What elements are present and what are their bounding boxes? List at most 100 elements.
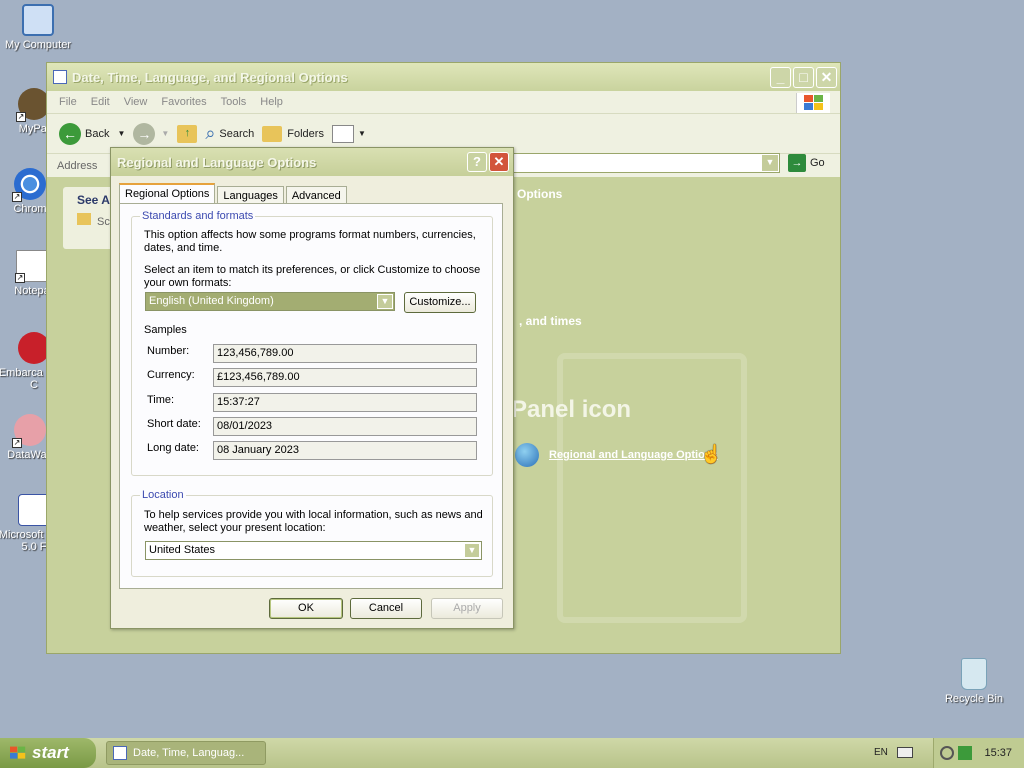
sample-long-date-label: Long date:: [147, 442, 199, 454]
regional-options-link[interactable]: Regional and Language Options: [549, 449, 718, 461]
menu-edit[interactable]: Edit: [91, 96, 110, 108]
dialog-titlebar[interactable]: Regional and Language Options: [111, 148, 513, 176]
system-tray: 15:37: [933, 738, 1024, 768]
go-arrow-icon: →: [788, 154, 806, 172]
views-button[interactable]: ▼: [331, 124, 366, 143]
watermark-icon: [557, 353, 747, 623]
apply-button[interactable]: Apply: [431, 598, 503, 619]
samples-label: Samples: [144, 324, 187, 336]
location-select-value: United States: [149, 544, 216, 556]
regional-language-dialog: Regional and Language Options ? ✕ Region…: [110, 147, 514, 629]
menu-view[interactable]: View: [124, 96, 148, 108]
dialog-title: Regional and Language Options: [117, 154, 317, 170]
tab-regional-options[interactable]: Regional Options: [119, 183, 216, 205]
close-button[interactable]: ✕: [816, 67, 837, 88]
task-text[interactable]: , and times: [519, 314, 582, 328]
language-indicator[interactable]: EN: [874, 747, 888, 758]
minimize-button[interactable]: _: [770, 67, 791, 88]
folder-icon: [262, 125, 283, 142]
chevron-down-icon: ▼: [377, 294, 393, 309]
explorer-titlebar[interactable]: Date, Time, Language, and Regional Optio…: [47, 63, 840, 91]
chrome-icon: ↗: [12, 168, 46, 202]
start-button[interactable]: start: [0, 738, 96, 768]
chevron-down-icon: ▼: [161, 129, 170, 138]
desktop-icon-recycle-bin[interactable]: Recycle Bin: [936, 658, 1012, 705]
datawag-icon: ↗: [12, 414, 46, 448]
sample-short-date-value: 08/01/2023: [213, 417, 477, 436]
up-folder-button[interactable]: ↑: [177, 124, 198, 143]
recycle-bin-icon: [961, 658, 987, 690]
sample-number-label: Number:: [147, 345, 190, 357]
hand-cursor-icon: ☝: [700, 444, 723, 464]
forward-arrow-icon: →: [133, 122, 156, 145]
menu-tools[interactable]: Tools: [221, 96, 247, 108]
go-button[interactable]: → Go: [788, 154, 825, 172]
chevron-down-icon: ▼: [357, 129, 366, 138]
control-panel-icon: [53, 70, 67, 84]
shortcut-arrow-icon: ↗: [15, 273, 25, 283]
sample-currency-value: £123,456,789.00: [213, 368, 477, 387]
up-folder-icon: ↑: [177, 124, 198, 143]
back-label: Back: [85, 127, 110, 140]
explorer-title: Date, Time, Language, and Regional Optio…: [72, 69, 348, 85]
back-button[interactable]: ← Back ▼: [59, 122, 126, 145]
location-description: To help services provide you with local …: [144, 509, 483, 534]
globe-icon: [515, 443, 539, 467]
network-icon[interactable]: [940, 746, 955, 760]
customize-button[interactable]: Customize...: [404, 292, 476, 313]
search-icon: ⌕: [205, 123, 216, 143]
views-grid-icon: [331, 124, 354, 143]
go-label: Go: [810, 157, 825, 169]
maximize-button[interactable]: □: [793, 67, 814, 88]
regional-options-panel: Standards and formats This option affect…: [119, 203, 503, 589]
notepad-icon: ↗: [15, 250, 48, 283]
category-header: Options: [517, 187, 563, 201]
taskbar-button-label: Date, Time, Languag...: [133, 747, 245, 759]
desktop-icon-label: Recycle Bin: [944, 693, 1004, 705]
desktop-icon-my-computer[interactable]: My Computer: [0, 4, 76, 51]
format-select[interactable]: English (United Kingdom) ▼: [145, 292, 395, 311]
chevron-down-icon: ▼: [464, 543, 480, 558]
menu-file[interactable]: File: [59, 96, 77, 108]
desktop-icon-label: My Computer: [4, 39, 72, 51]
ok-button[interactable]: OK: [269, 598, 343, 619]
windows-logo-icon: [10, 746, 26, 759]
menu-bar: File Edit View Favorites Tools Help: [47, 91, 840, 113]
start-label: start: [32, 743, 69, 762]
panel-icon-heading: Panel icon: [511, 396, 632, 423]
menu-help[interactable]: Help: [260, 96, 283, 108]
folder-icon: [77, 213, 91, 225]
shortcut-arrow-icon: ↗: [16, 112, 26, 122]
standards-legend: Standards and formats: [140, 210, 256, 222]
cancel-button[interactable]: Cancel: [350, 598, 422, 619]
search-button[interactable]: ⌕ Search: [205, 123, 254, 144]
location-group: Location: [131, 489, 493, 577]
recycle-tray-icon[interactable]: [958, 746, 973, 760]
standards-description: This option affects how some programs fo…: [144, 229, 476, 254]
forward-button[interactable]: → ▼: [133, 122, 170, 145]
folders-button[interactable]: Folders: [262, 125, 324, 142]
chevron-down-icon: ▼: [762, 155, 778, 171]
tab-strip: Regional Options Languages Advanced: [119, 183, 349, 205]
clock[interactable]: 15:37: [984, 747, 1012, 759]
menu-favorites[interactable]: Favorites: [161, 96, 206, 108]
sample-number-value: 123,456,789.00: [213, 344, 477, 363]
taskbar: start Date, Time, Languag... EN 15:37: [0, 738, 1024, 768]
help-button[interactable]: ?: [467, 152, 487, 172]
shortcut-arrow-icon: ↗: [12, 438, 22, 448]
sample-time-label: Time:: [147, 394, 175, 406]
folders-label: Folders: [287, 127, 324, 140]
search-label: Search: [219, 127, 255, 140]
location-select[interactable]: United States ▼: [145, 541, 482, 560]
shortcut-arrow-icon: ↗: [12, 192, 22, 202]
back-arrow-icon: ←: [59, 122, 81, 145]
format-select-value: English (United Kingdom): [149, 295, 274, 307]
dialog-close-button[interactable]: ✕: [489, 152, 509, 172]
taskbar-button-date-time[interactable]: Date, Time, Languag...: [106, 741, 266, 765]
select-description: Select an item to match its preferences,…: [144, 264, 481, 289]
keyboard-icon[interactable]: [897, 747, 913, 758]
regional-options-link-row[interactable]: Regional and Language Options: [515, 443, 718, 467]
location-legend: Location: [140, 489, 186, 501]
windows-logo-icon: [796, 93, 830, 113]
chevron-down-icon: ▼: [117, 129, 126, 138]
